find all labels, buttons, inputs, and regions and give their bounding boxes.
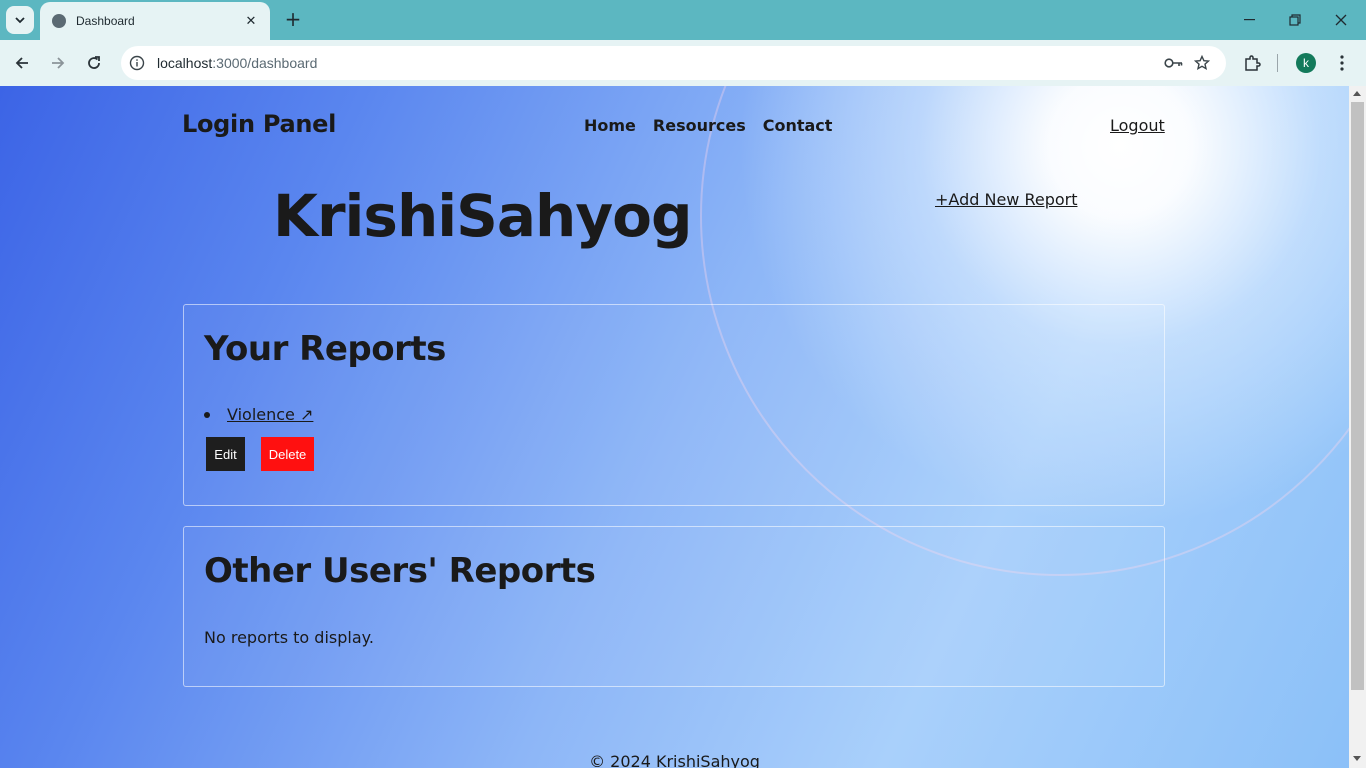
toolbar-separator xyxy=(1277,54,1278,72)
page-footer: © 2024 KrishiSahyog xyxy=(589,752,760,768)
edit-button[interactable]: Edit xyxy=(206,437,245,471)
extensions-button[interactable] xyxy=(1238,49,1266,77)
browser-tab[interactable]: Dashboard ✕ xyxy=(40,2,270,40)
bullet-icon xyxy=(204,411,210,418)
scroll-down-arrow-icon[interactable] xyxy=(1353,756,1361,761)
site-info-icon[interactable] xyxy=(126,52,148,74)
browser-tab-bar: Dashboard ✕ + xyxy=(0,0,1366,40)
more-vert-icon xyxy=(1340,55,1344,71)
forward-button[interactable] xyxy=(44,49,72,77)
profile-avatar[interactable]: k xyxy=(1296,53,1316,73)
reload-icon xyxy=(88,56,100,69)
browser-menu-button[interactable] xyxy=(1328,49,1356,77)
puzzle-icon xyxy=(1245,55,1261,71)
page-viewport: Login Panel Home Resources Contact Logou… xyxy=(0,86,1349,768)
tab-search-button[interactable] xyxy=(6,6,34,34)
page-title: KrishiSahyog xyxy=(273,182,692,250)
logout-link[interactable]: Logout xyxy=(1110,116,1165,135)
site-brand[interactable]: Login Panel xyxy=(182,110,336,138)
restore-button[interactable] xyxy=(1272,0,1318,40)
delete-button[interactable]: Delete xyxy=(261,437,314,471)
globe-icon xyxy=(52,14,66,28)
new-tab-button[interactable]: + xyxy=(282,7,304,31)
url-text[interactable]: localhost:3000/dashboard xyxy=(157,55,1160,71)
site-nav: Home Resources Contact xyxy=(584,116,849,135)
add-new-report-link[interactable]: +Add New Report xyxy=(935,190,1078,209)
restore-icon xyxy=(1289,14,1301,26)
minimize-icon xyxy=(1243,19,1255,21)
close-icon xyxy=(1335,14,1347,26)
your-reports-heading: Your Reports xyxy=(204,329,446,369)
url-path: :3000/dashboard xyxy=(212,55,318,71)
other-reports-heading: Other Users' Reports xyxy=(204,551,596,591)
browser-toolbar: localhost:3000/dashboard xyxy=(0,40,1366,86)
other-reports-card: Other Users' Reports No reports to displ… xyxy=(183,526,1165,687)
close-tab-icon[interactable]: ✕ xyxy=(242,14,260,29)
scroll-up-arrow-icon[interactable] xyxy=(1353,91,1361,96)
back-button[interactable] xyxy=(8,49,36,77)
back-arrow-icon xyxy=(15,57,28,69)
url-host: localhost xyxy=(157,55,213,71)
forward-arrow-icon xyxy=(52,57,65,69)
address-bar[interactable]: localhost:3000/dashboard xyxy=(121,46,1226,80)
page-scrollbar[interactable] xyxy=(1349,86,1366,768)
your-reports-card: Your Reports Violence ↗ Edit Delete xyxy=(183,304,1165,506)
chevron-down-icon xyxy=(15,16,25,23)
empty-reports-message: No reports to display. xyxy=(204,628,374,647)
tab-title: Dashboard xyxy=(76,14,135,28)
nav-link-resources[interactable]: Resources xyxy=(653,116,746,135)
nav-link-home[interactable]: Home xyxy=(584,116,636,135)
password-key-icon[interactable] xyxy=(1160,49,1188,77)
minimize-button[interactable] xyxy=(1226,0,1272,40)
reload-button[interactable] xyxy=(80,49,108,77)
nav-link-contact[interactable]: Contact xyxy=(763,116,833,135)
bookmark-star-icon[interactable] xyxy=(1188,49,1216,77)
close-window-button[interactable] xyxy=(1318,0,1364,40)
report-link[interactable]: Violence ↗ xyxy=(227,405,313,424)
scrollbar-thumb[interactable] xyxy=(1351,102,1364,690)
list-item: Violence ↗ xyxy=(204,405,313,424)
